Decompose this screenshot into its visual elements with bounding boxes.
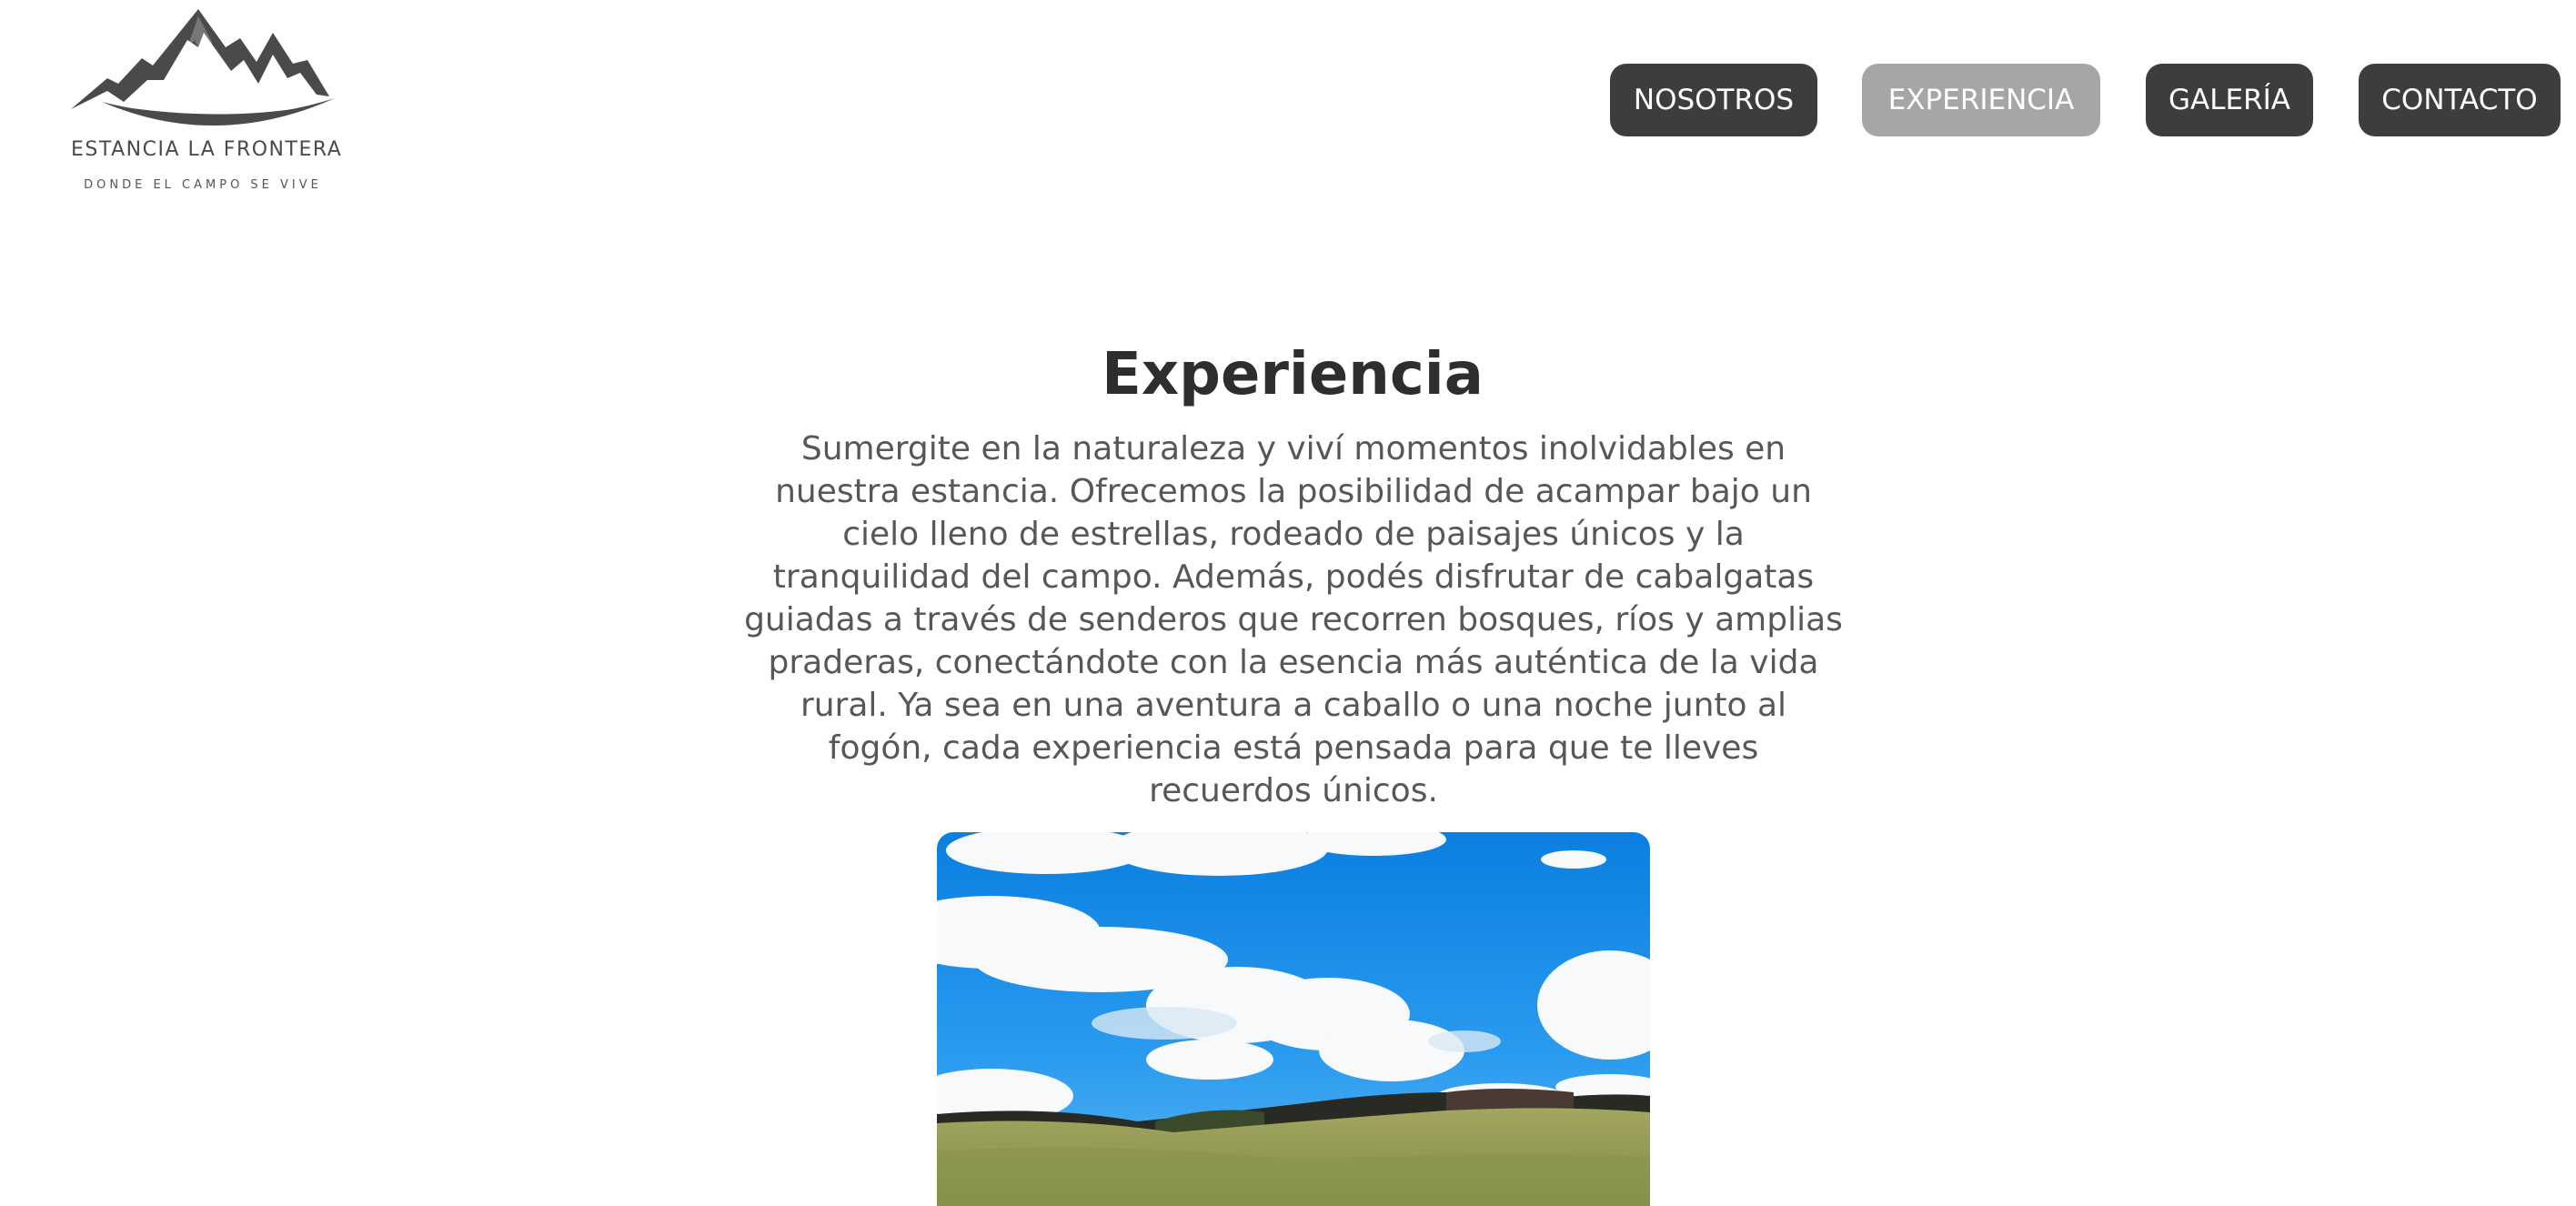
nav-experiencia-button[interactable]: EXPERIENCIA (1862, 64, 2100, 136)
brand-name: ESTANCIA LA FRONTERA (71, 138, 343, 161)
page-title: Experiencia (1102, 341, 1484, 408)
nav-nosotros-button[interactable]: NOSOTROS (1610, 64, 1817, 136)
nav-galeria-button[interactable]: GALERÍA (2146, 64, 2313, 136)
brand-tagline: DONDE EL CAMPO SE VIVE (84, 178, 322, 192)
site-logo[interactable]: ESTANCIA LA FRONTERA DONDE EL CAMPO SE V… (71, 7, 343, 195)
landscape-photo (937, 832, 1650, 1206)
intro-paragraph: Sumergite en la naturaleza y viví moment… (744, 430, 1843, 809)
nav-contacto-button[interactable]: CONTACTO (2359, 64, 2561, 136)
page: ESTANCIA LA FRONTERA DONDE EL CAMPO SE V… (0, 0, 2576, 1206)
mountain-range-icon (71, 9, 335, 126)
